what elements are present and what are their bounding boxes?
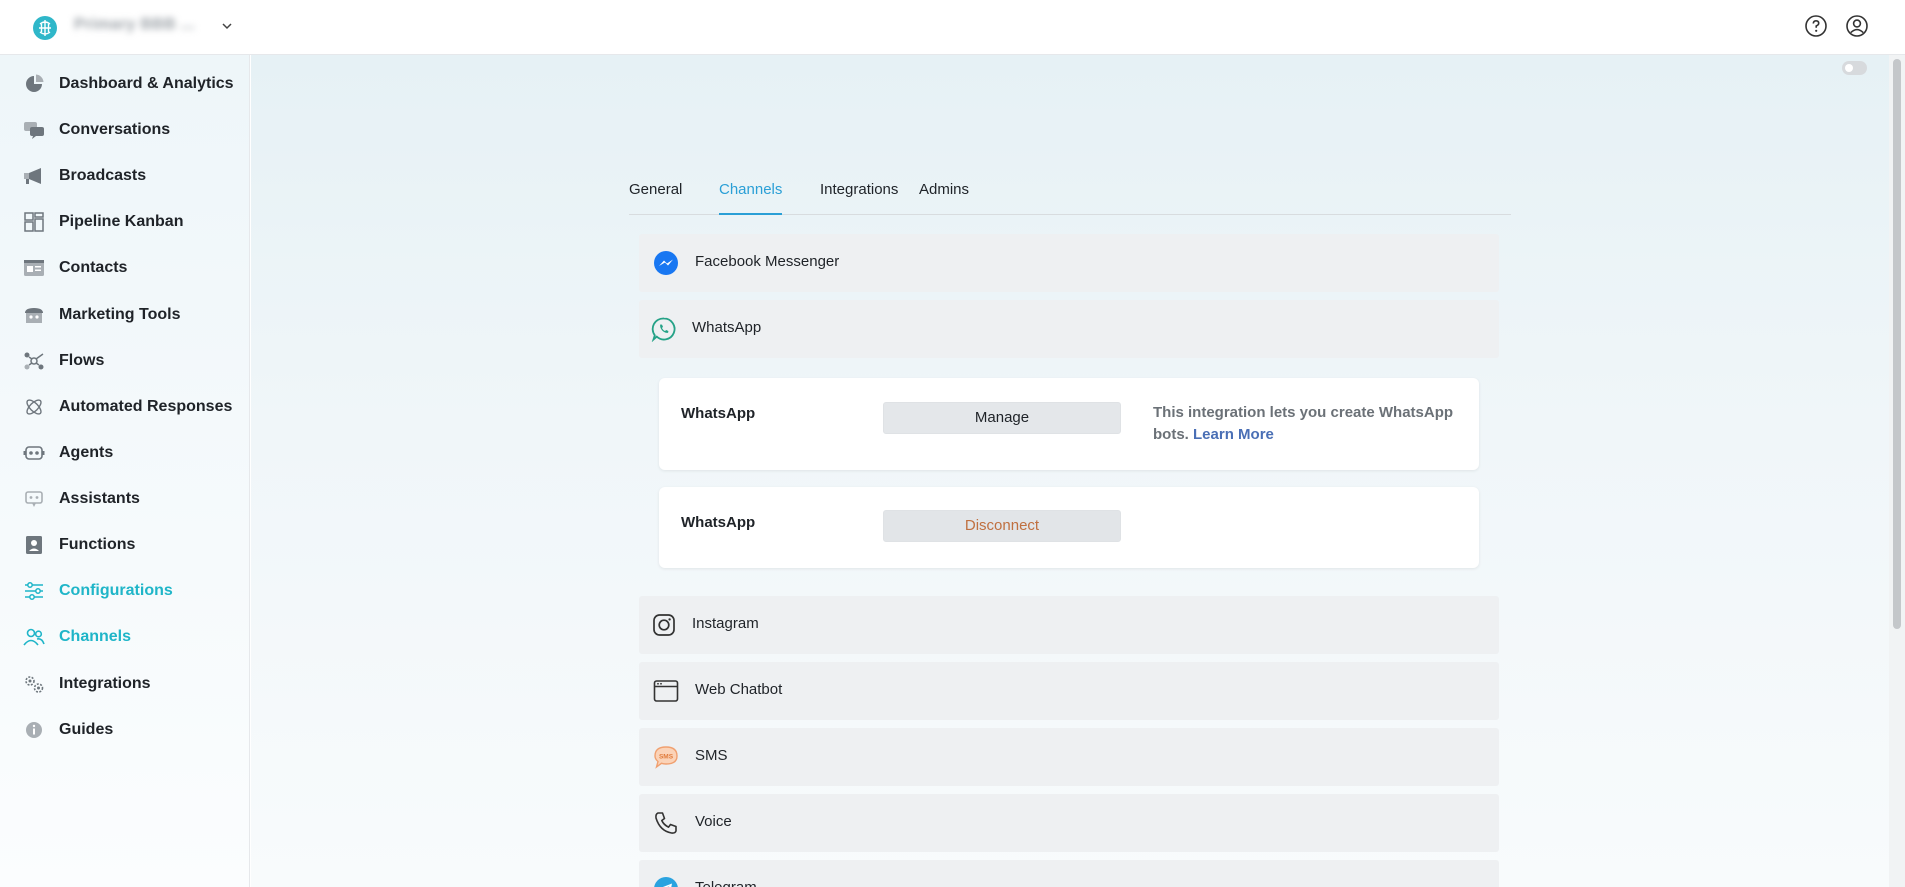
sidebar-item-dashboard-analytics[interactable]: Dashboard & Analytics [0,64,250,104]
tab-integrations[interactable]: Integrations [820,173,898,215]
channel-voice[interactable]: Voice [639,794,1499,852]
sidebar: Dashboard & Analytics Conversations Broa… [0,55,250,887]
brain-logo-icon[interactable] [32,15,58,41]
sms-bubble-icon: SMS [654,746,678,769]
sidebar-item-integrations[interactable]: Integrations [0,664,250,704]
whatsapp-disconnect-card: WhatsApp Disconnect [659,487,1479,568]
sidebar-item-marketing-tools[interactable]: Marketing Tools [0,295,250,335]
megaphone-icon [24,168,41,184]
sidebar-item-contacts[interactable]: Contacts [0,248,250,288]
sidebar-item-broadcasts[interactable]: Broadcasts [0,156,250,196]
channel-telegram[interactable]: Telegram [639,860,1499,887]
robot-icon [23,446,45,460]
sidebar-item-channels[interactable]: Channels [0,617,250,657]
whatsapp-manage-card: WhatsApp Manage This integration lets yo… [659,378,1479,470]
scroll-thumb[interactable] [1893,59,1901,629]
whatsapp-icon [651,317,676,342]
browser-window-icon [653,680,679,702]
people-icon [23,628,45,646]
instagram-icon [653,614,675,636]
atom-icon [26,399,42,415]
flow-icon [24,352,44,370]
assistant-bot-icon [25,491,43,507]
contact-card-icon [24,260,44,276]
user-icon[interactable] [1845,14,1869,38]
card-title: WhatsApp [681,405,756,422]
sidebar-item-pipeline-kanban[interactable]: Pipeline Kanban [0,202,250,242]
phone-icon [655,812,677,834]
sidebar-item-assistants[interactable]: Assistants [0,479,250,519]
sidebar-item-configurations[interactable]: Configurations [0,571,250,611]
sidebar-item-conversations[interactable]: Conversations [0,110,250,150]
channel-sms[interactable]: SMS SMS [639,728,1499,786]
tab-channels[interactable]: Channels [719,173,783,215]
storefront-icon [25,308,43,323]
help-icon[interactable] [1804,14,1828,38]
sidebar-item-agents[interactable]: Agents [0,433,250,473]
telegram-icon [654,877,678,887]
svg-text:SMS: SMS [659,754,674,761]
gears-icon [25,676,44,693]
top-bar: Primary BBB ... [0,0,1905,55]
sidebar-item-guides[interactable]: Guides [0,710,250,750]
tab-general[interactable]: General [629,173,682,215]
function-icon [26,536,42,554]
sidebar-item-functions[interactable]: Functions [0,525,250,565]
sidebar-item-automated-responses[interactable]: Automated Responses [0,387,250,427]
chat-bubbles-icon [24,122,44,139]
settings-tabs: General Channels Integrations Admins [629,173,1511,215]
sliders-icon [25,582,43,600]
chevron-down-icon[interactable] [220,19,234,33]
channel-whatsapp[interactable]: WhatsApp [639,300,1499,358]
pie-chart-icon [26,74,44,92]
workspace-name[interactable]: Primary BBB ... [74,16,195,34]
integration-description: This integration lets you create WhatsAp… [1153,404,1454,443]
tab-admins[interactable]: Admins [919,173,969,215]
page-scrollbar[interactable] [1889,55,1905,887]
card-title: WhatsApp [681,514,756,531]
disconnect-button[interactable]: Disconnect [883,510,1121,542]
messenger-icon [654,251,678,275]
main-content: General Channels Integrations Admins Fac… [251,55,1889,887]
channel-instagram[interactable]: Instagram [639,596,1499,654]
mini-toggle-switch[interactable] [1842,61,1867,75]
kanban-icon [24,212,44,232]
sidebar-item-flows[interactable]: Flows [0,341,250,381]
channel-facebook-messenger[interactable]: Facebook Messenger [639,234,1499,292]
learn-more-link[interactable]: Learn More [1193,426,1274,443]
info-icon [26,722,42,738]
channel-web-chatbot[interactable]: Web Chatbot [639,662,1499,720]
manage-button[interactable]: Manage [883,402,1121,434]
